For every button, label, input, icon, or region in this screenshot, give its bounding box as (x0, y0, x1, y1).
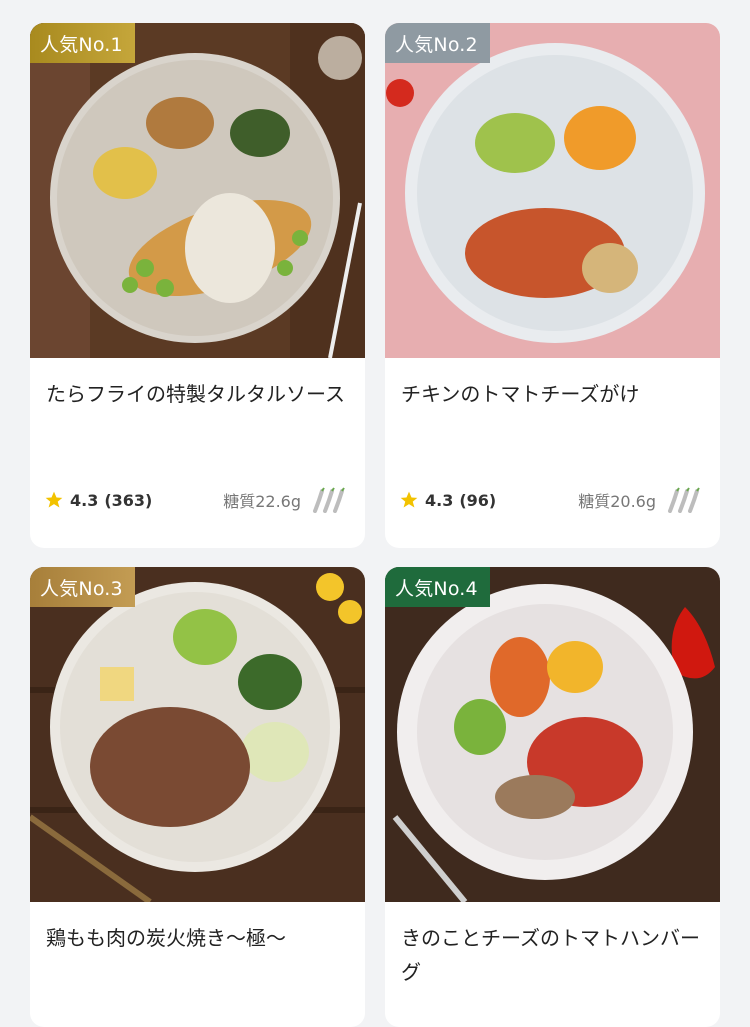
product-photo[interactable]: 人気No.3 (30, 567, 365, 902)
product-photo[interactable]: 人気No.2 (385, 23, 720, 358)
review-count: (96) (459, 490, 497, 510)
carb-amount: 糖質22.6g (223, 492, 301, 511)
product-title[interactable]: たらフライの特製タルタルソース (46, 377, 351, 411)
chili-pepper-icon (311, 487, 351, 513)
popularity-rank-badge: 人気No.3 (30, 567, 135, 607)
product-title[interactable]: きのことチーズのトマトハンバーグ (401, 921, 706, 989)
star-icon (45, 491, 63, 508)
review-count: (363) (104, 490, 153, 510)
popularity-rank-badge: 人気No.4 (385, 567, 490, 607)
food-plate-image (385, 567, 720, 902)
product-card[interactable]: 人気No.4 きのことチーズのトマトハンバーグ (385, 567, 720, 1027)
product-meta: 4.3 (363) 糖質22.6g (44, 485, 351, 515)
carb-amount: 糖質20.6g (578, 492, 656, 511)
rating-value: 4.3 (425, 490, 454, 510)
product-card[interactable]: 人気No.3 鶏もも肉の炭火焼き〜極〜 (30, 567, 365, 1027)
product-photo[interactable]: 人気No.4 (385, 567, 720, 902)
chili-pepper-icon (666, 487, 706, 513)
product-meta: 4.3 (96) 糖質20.6g (399, 485, 706, 515)
food-plate-image (30, 567, 365, 902)
star-icon (400, 491, 418, 508)
product-grid: 人気No.1 たらフライの特製タルタルソース 4.3 (363) 糖質22.6g (0, 0, 750, 1027)
popularity-rank-badge: 人気No.1 (30, 23, 135, 63)
product-title[interactable]: 鶏もも肉の炭火焼き〜極〜 (46, 921, 351, 955)
rating-value: 4.3 (70, 490, 99, 510)
product-card[interactable]: 人気No.1 たらフライの特製タルタルソース 4.3 (363) 糖質22.6g (30, 23, 365, 548)
product-title[interactable]: チキンのトマトチーズがけ (401, 377, 706, 411)
food-plate-image (30, 23, 365, 358)
popularity-rank-badge: 人気No.2 (385, 23, 490, 63)
product-card[interactable]: 人気No.2 チキンのトマトチーズがけ 4.3 (96) 糖質20.6g (385, 23, 720, 548)
food-plate-image (385, 23, 720, 358)
product-photo[interactable]: 人気No.1 (30, 23, 365, 358)
